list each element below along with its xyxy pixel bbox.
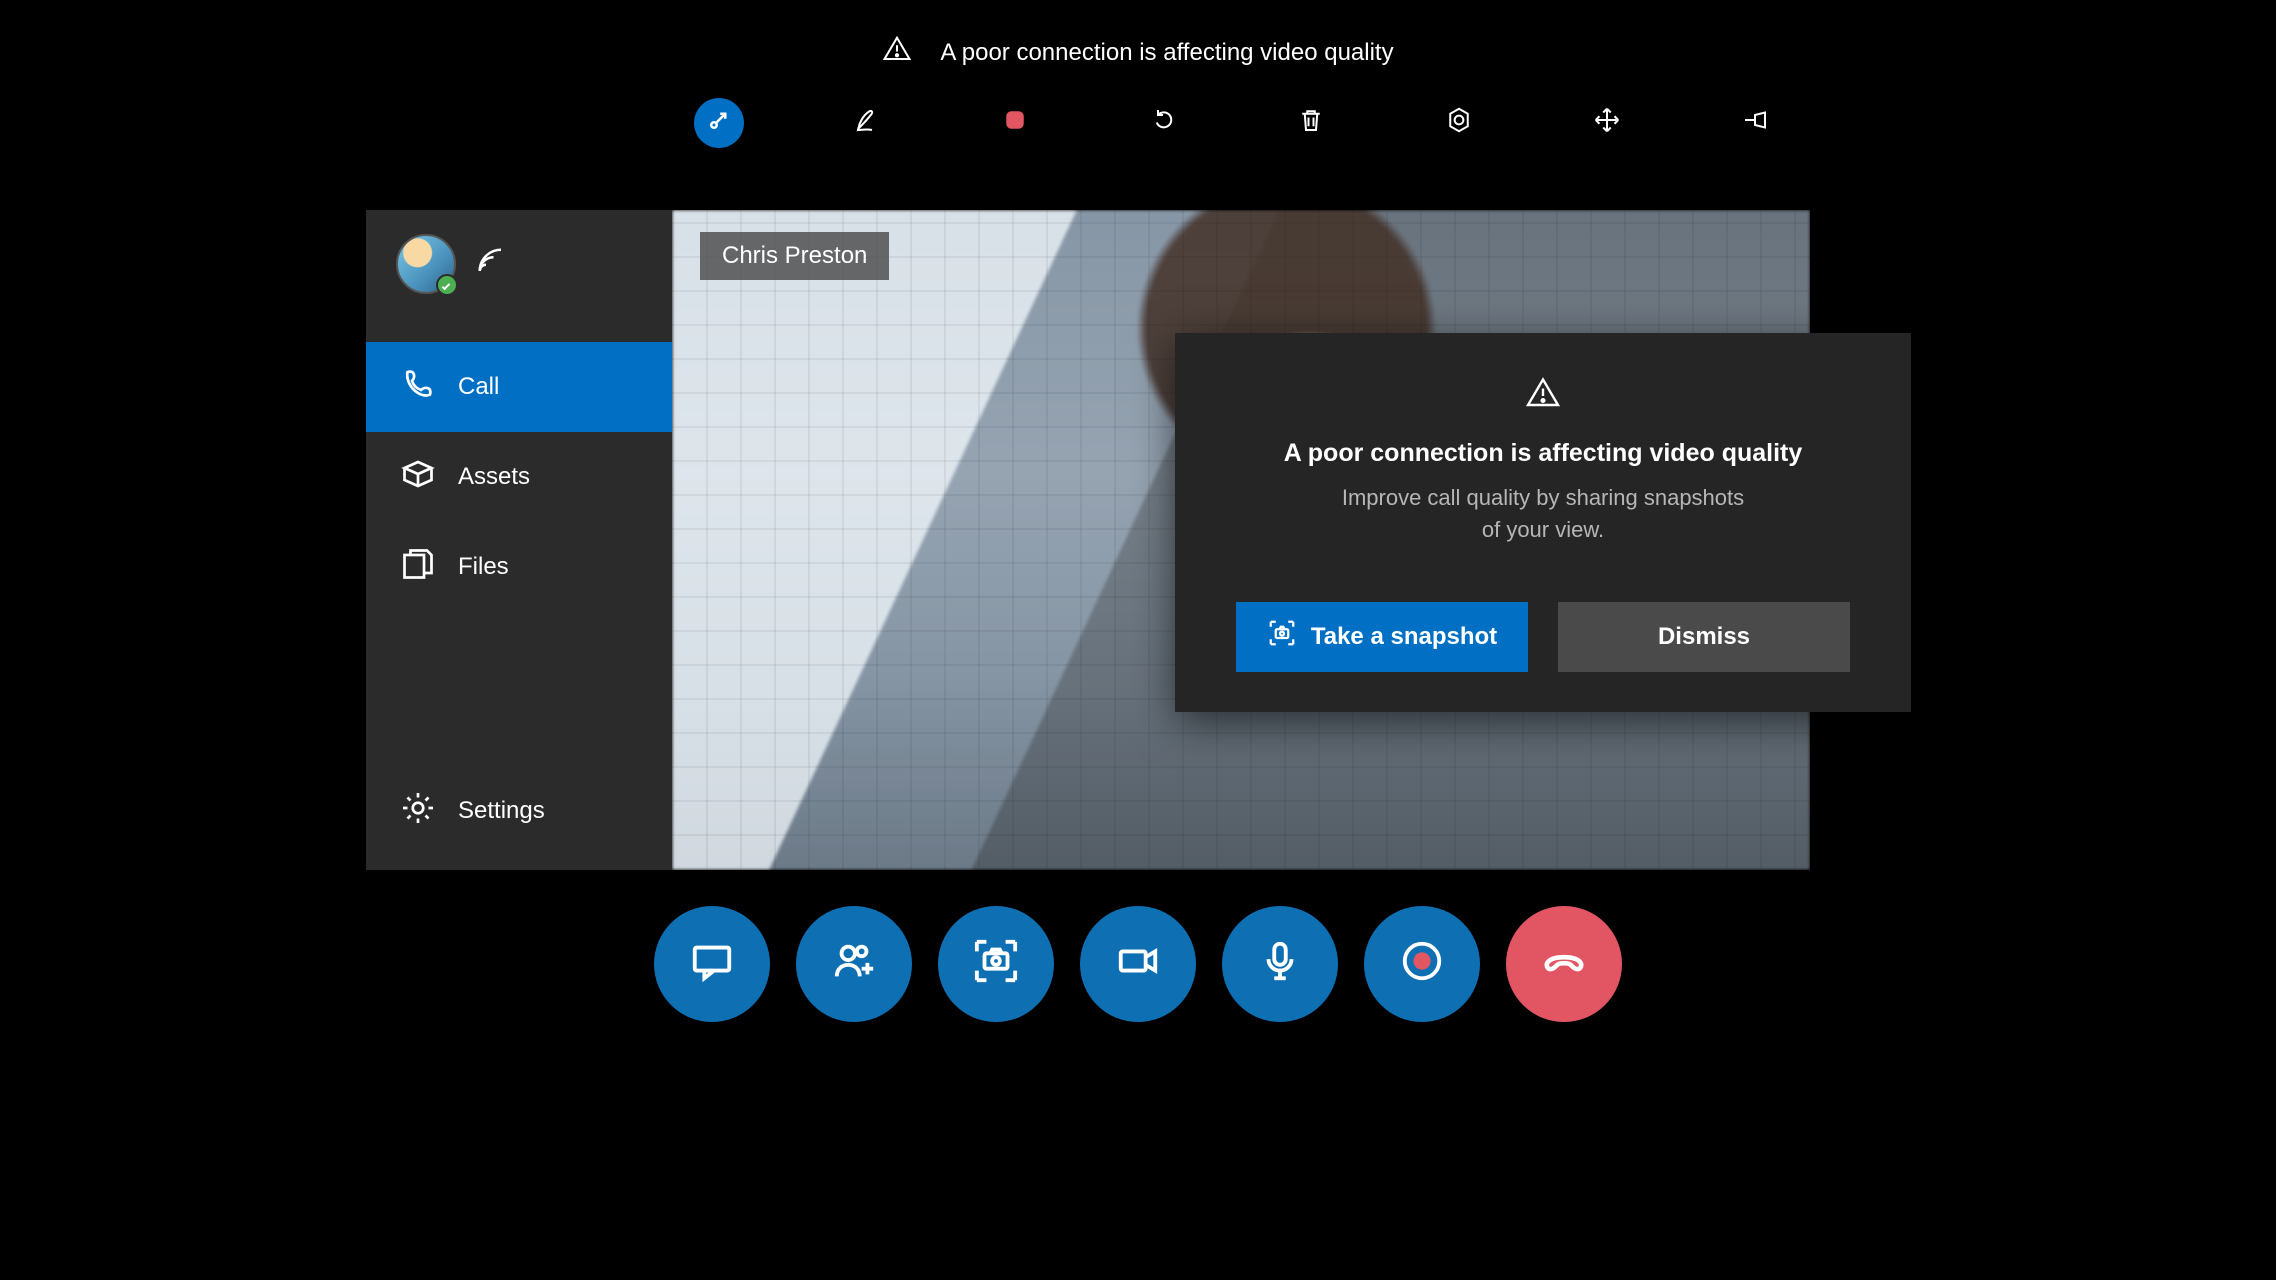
hangup-icon — [1541, 938, 1587, 990]
undo-icon — [1148, 105, 1178, 141]
add-people-button[interactable] — [796, 906, 912, 1022]
toolbar-trash-button[interactable] — [1286, 98, 1336, 148]
sidebar: Call Assets Files — [366, 210, 672, 870]
snapshot-icon — [973, 938, 1019, 990]
button-label: Take a snapshot — [1311, 623, 1497, 651]
toolbar-camera-settings-button[interactable] — [1434, 98, 1484, 148]
sidebar-item-label: Call — [458, 373, 499, 401]
ink-icon — [852, 105, 882, 141]
signal-icon — [476, 246, 506, 282]
snapshot-icon — [1267, 618, 1297, 655]
record-icon — [1399, 938, 1445, 990]
video-button[interactable] — [1080, 906, 1196, 1022]
snapshot-button[interactable] — [938, 906, 1054, 1022]
chat-icon — [689, 938, 735, 990]
sidebar-item-settings[interactable]: Settings — [366, 766, 672, 856]
camera-settings-icon — [1444, 105, 1474, 141]
sidebar-item-label: Assets — [458, 463, 530, 491]
sidebar-item-label: Settings — [458, 797, 545, 825]
sidebar-item-call[interactable]: Call — [366, 342, 672, 432]
toolbar-pin-button[interactable] — [1730, 98, 1780, 148]
box-icon — [400, 456, 436, 499]
connection-warning-text: A poor connection is affecting video qua… — [940, 39, 1393, 67]
files-icon — [400, 546, 436, 589]
caller-name-chip: Chris Preston — [700, 232, 889, 280]
hangup-button[interactable] — [1506, 906, 1622, 1022]
dialog-title: A poor connection is affecting video qua… — [1205, 439, 1881, 468]
avatar[interactable] — [396, 234, 456, 294]
chat-button[interactable] — [654, 906, 770, 1022]
connection-warning-bar: A poor connection is affecting video qua… — [0, 34, 2276, 71]
sidebar-header — [366, 210, 672, 318]
button-label: Dismiss — [1658, 623, 1750, 651]
mic-button[interactable] — [1222, 906, 1338, 1022]
phone-icon — [400, 366, 436, 409]
dismiss-button[interactable]: Dismiss — [1558, 602, 1850, 672]
add-people-icon — [831, 938, 877, 990]
sidebar-item-assets[interactable]: Assets — [366, 432, 672, 522]
trash-icon — [1296, 105, 1326, 141]
gear-icon — [400, 790, 436, 833]
minimize-icon — [704, 105, 734, 141]
sidebar-item-label: Files — [458, 553, 509, 581]
call-controls — [0, 906, 2276, 1022]
caller-name: Chris Preston — [722, 242, 867, 269]
toolbar-stop-button[interactable] — [990, 98, 1040, 148]
toolbar-undo-button[interactable] — [1138, 98, 1188, 148]
toolbar-move-button[interactable] — [1582, 98, 1632, 148]
mic-icon — [1257, 938, 1303, 990]
dialog-subtitle: Improve call quality by sharing snapshot… — [1205, 482, 1881, 546]
toolbar-minimize-button[interactable] — [694, 98, 744, 148]
warning-icon — [882, 34, 912, 71]
take-snapshot-button[interactable]: Take a snapshot — [1236, 602, 1528, 672]
toolbar-ink-button[interactable] — [842, 98, 892, 148]
presence-badge — [436, 274, 458, 296]
warning-icon — [1525, 394, 1561, 416]
video-icon — [1115, 938, 1161, 990]
connection-dialog: A poor connection is affecting video qua… — [1175, 333, 1911, 712]
pin-icon — [1740, 105, 1770, 141]
sidebar-item-files[interactable]: Files — [366, 522, 672, 612]
record-button[interactable] — [1364, 906, 1480, 1022]
move-icon — [1592, 105, 1622, 141]
record-stop-icon — [1000, 105, 1030, 141]
annotation-toolbar — [694, 98, 1780, 148]
